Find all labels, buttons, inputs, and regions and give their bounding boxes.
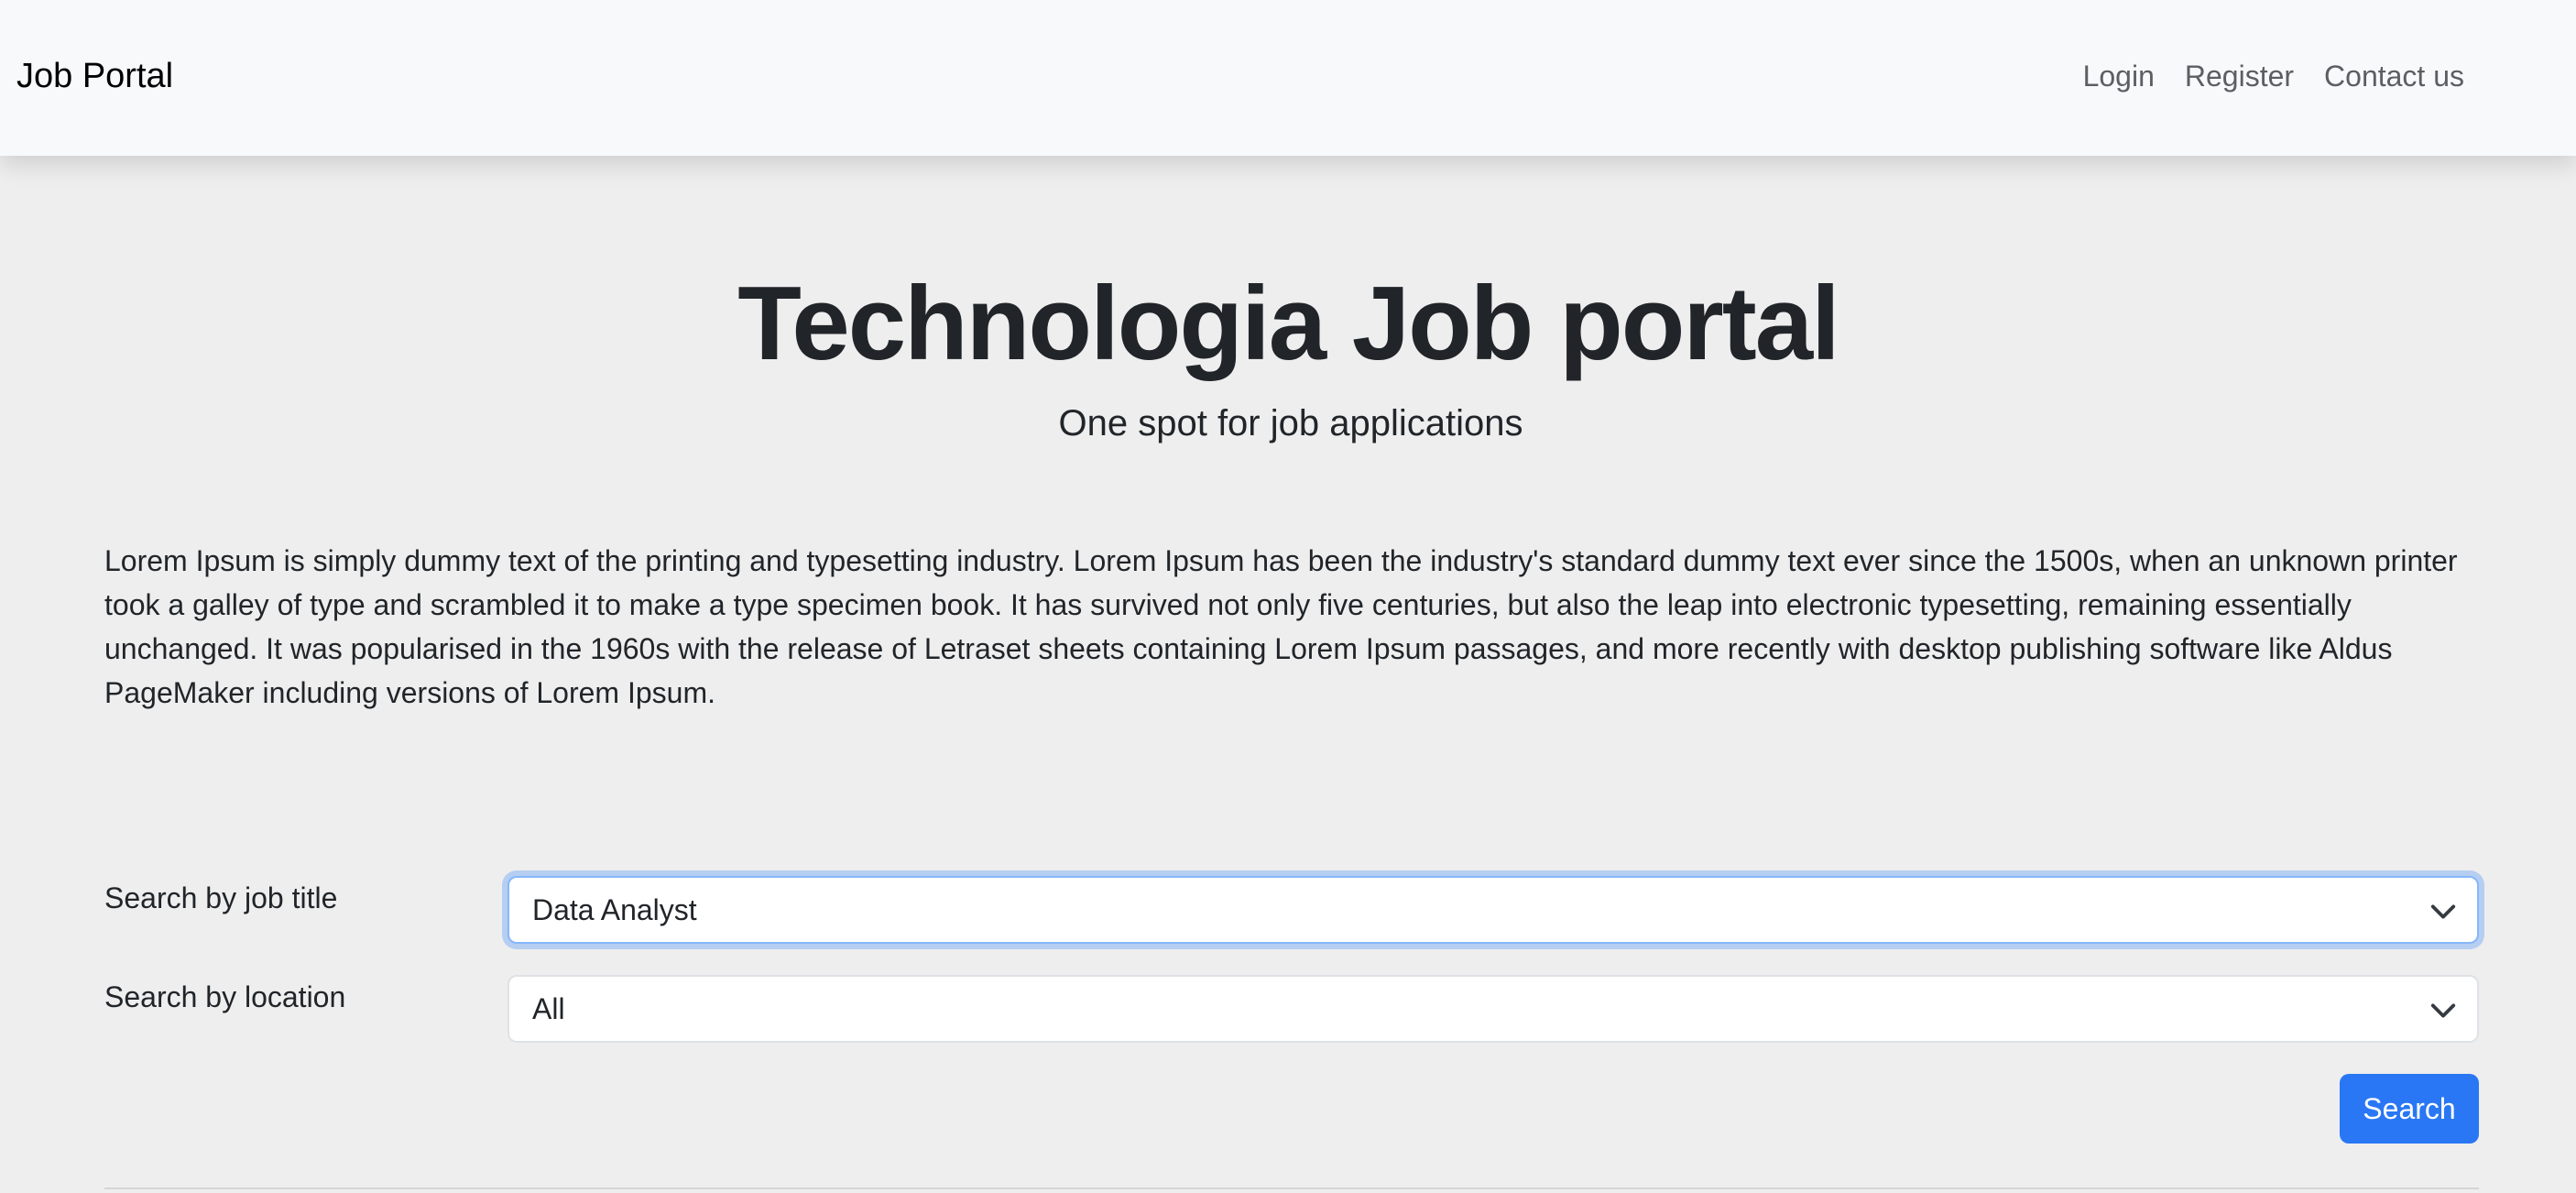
location-label: Search by location	[104, 980, 346, 1013]
chevron-down-icon	[2430, 1003, 2456, 1018]
search-button[interactable]: Search	[2340, 1074, 2479, 1144]
divider	[104, 1188, 2479, 1189]
page-title: Technologia Job portal	[737, 266, 1840, 382]
nav-login-link[interactable]: Login	[2083, 55, 2155, 97]
job-title-select-value: Data Analyst	[532, 893, 697, 926]
location-select-value: All	[532, 992, 565, 1025]
job-title-label: Search by job title	[104, 881, 338, 914]
brand-link[interactable]: Job Portal	[16, 55, 173, 97]
chevron-down-icon	[2430, 904, 2456, 919]
description-text: Lorem Ipsum is simply dummy text of the …	[104, 544, 2458, 709]
nav-register-link[interactable]: Register	[2185, 55, 2294, 97]
job-title-select[interactable]: Data Analyst	[508, 876, 2479, 944]
page-subtitle: One spot for job applications	[1058, 403, 1523, 443]
nav-links: Login Register Contact us	[2083, 55, 2464, 97]
nav-contact-link[interactable]: Contact us	[2324, 55, 2464, 97]
navbar: Job Portal Login Register Contact us	[0, 0, 2576, 156]
location-select[interactable]: All	[508, 975, 2479, 1043]
